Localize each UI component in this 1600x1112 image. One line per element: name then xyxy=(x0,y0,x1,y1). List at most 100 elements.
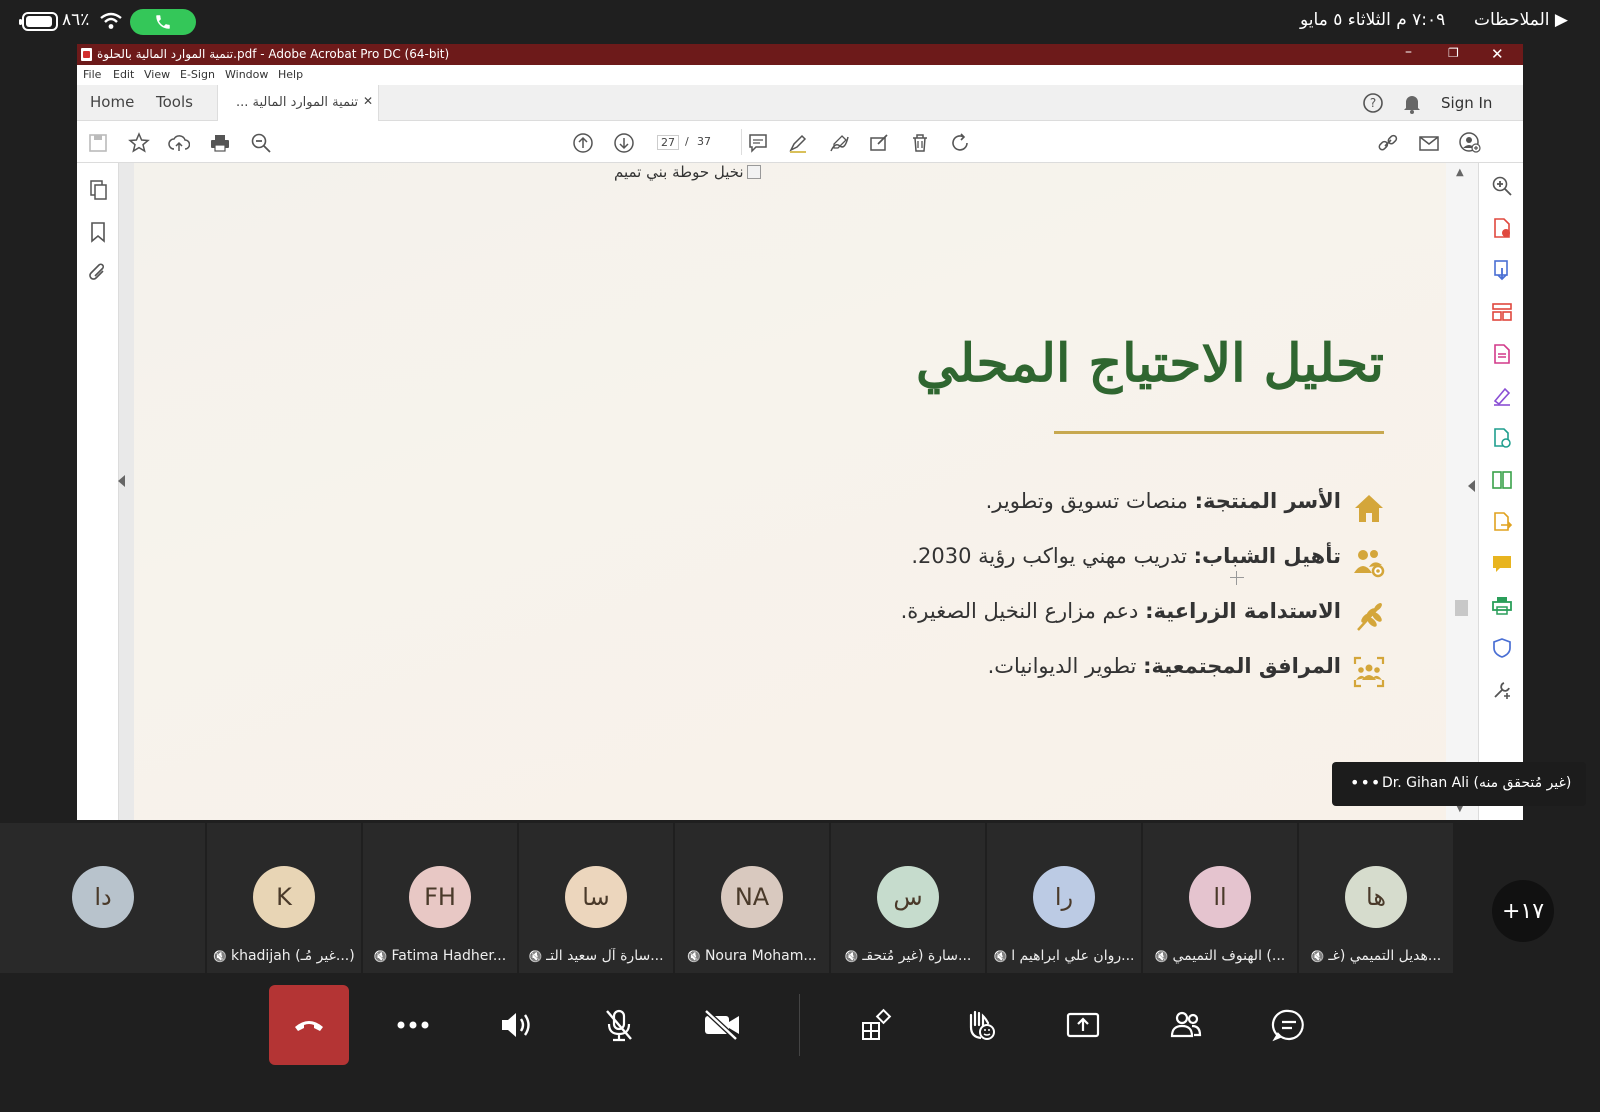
next-page-icon[interactable] xyxy=(613,132,635,154)
vertical-scrollbar[interactable]: ▲ ▼ xyxy=(1446,163,1478,820)
fill-sign-icon[interactable] xyxy=(1491,385,1513,407)
rotate-icon[interactable] xyxy=(949,132,971,154)
avatar: اا xyxy=(1189,866,1251,928)
bullet-text: دعم مزارع النخيل الصغيرة. xyxy=(900,599,1146,623)
menu-help[interactable]: Help xyxy=(278,68,303,81)
organize-pages-icon[interactable] xyxy=(1491,301,1513,323)
tab-tools[interactable]: Tools xyxy=(156,93,193,111)
restore-button[interactable]: ❐ xyxy=(1448,46,1459,60)
camera-button[interactable] xyxy=(682,985,762,1065)
avatar: K xyxy=(253,866,315,928)
left-nav-panel xyxy=(77,163,119,820)
export-pdf-icon[interactable] xyxy=(1491,259,1513,281)
participant-tile[interactable]: K 🔇 khadijah (غير مُـ...) xyxy=(207,823,361,973)
share-screen-icon xyxy=(1066,1012,1100,1038)
create-pdf-icon[interactable] xyxy=(1491,217,1513,239)
participant-tile[interactable]: NA 🔇 Noura Moham... xyxy=(675,823,829,973)
trash-icon[interactable] xyxy=(909,132,931,154)
tab-home[interactable]: Home xyxy=(90,93,134,111)
minimize-button[interactable]: – xyxy=(1405,44,1412,60)
tab-document[interactable]: تنمية الموارد المالية ... ✕ xyxy=(217,85,379,121)
highlight-pen-icon[interactable] xyxy=(787,132,809,154)
participant-tile[interactable]: اا 🔇 الهنوف التميمي (... xyxy=(1143,823,1297,973)
battery-icon xyxy=(19,12,58,31)
page-thumbnails-icon[interactable] xyxy=(87,179,109,201)
bullet-label: تأهيل الشباب: xyxy=(1193,544,1341,568)
share-screen-button[interactable] xyxy=(1043,985,1123,1065)
end-call-button[interactable] xyxy=(269,985,349,1065)
menu-window[interactable]: Window xyxy=(225,68,268,81)
more-tools-icon[interactable] xyxy=(1491,679,1513,701)
participants-button[interactable] xyxy=(1146,985,1226,1065)
print-production-icon[interactable] xyxy=(1491,595,1513,617)
zoom-out-icon[interactable] xyxy=(250,132,272,154)
right-tools-panel xyxy=(1478,163,1523,820)
scroll-thumb[interactable] xyxy=(1455,600,1468,616)
more-participants-badge[interactable]: +١٧ xyxy=(1492,880,1554,942)
call-controls-bar xyxy=(0,975,1600,1112)
broken-image-alt-text: نخيل حوطة بني تميم xyxy=(614,163,744,181)
participant-tile[interactable]: دا xyxy=(0,823,205,973)
menu-view[interactable]: View xyxy=(144,68,170,81)
combine-files-icon[interactable] xyxy=(1491,427,1513,449)
star-icon[interactable] xyxy=(128,132,150,154)
add-user-icon[interactable] xyxy=(1459,132,1481,154)
zoom-in-icon[interactable] xyxy=(1491,175,1513,197)
chat-button[interactable] xyxy=(1249,985,1329,1065)
participant-tile[interactable]: را 🔇 روان علي ابراهيم ا... xyxy=(987,823,1141,973)
edit-pdf-icon[interactable] xyxy=(1491,343,1513,365)
tab-document-label: تنمية الموارد المالية ... xyxy=(236,95,359,110)
bullet-agri-sustainability: الاستدامة الزراعية: دعم مزارع النخيل الص… xyxy=(901,599,1341,623)
bell-icon[interactable] xyxy=(1402,92,1422,114)
compare-files-icon[interactable] xyxy=(1491,469,1513,491)
print-icon[interactable] xyxy=(209,132,231,154)
close-window-button[interactable]: ✕ xyxy=(1491,45,1504,63)
active-call-pill[interactable] xyxy=(130,9,196,35)
expand-right-panel-icon[interactable] xyxy=(1468,480,1475,492)
participant-name-label: هديل التميمي (غـ... xyxy=(1328,948,1442,964)
save-icon[interactable] xyxy=(87,132,109,154)
apps-button[interactable] xyxy=(837,985,917,1065)
send-for-review-icon[interactable] xyxy=(1491,511,1513,533)
raise-hand-button[interactable] xyxy=(940,985,1020,1065)
page-number-input[interactable]: 27 xyxy=(657,135,679,150)
collapse-left-panel-icon[interactable] xyxy=(118,475,125,487)
comment-icon[interactable] xyxy=(747,132,769,154)
participant-tile[interactable]: ها 🔇 هديل التميمي (غـ... xyxy=(1299,823,1453,973)
comment-tool-icon[interactable] xyxy=(1491,553,1513,575)
sign-in-link[interactable]: Sign In xyxy=(1441,94,1492,112)
participant-tile[interactable]: FH 🔇 Fatima Hadher... xyxy=(363,823,517,973)
speaker-button[interactable] xyxy=(476,985,556,1065)
prev-page-icon[interactable] xyxy=(572,132,594,154)
draw-icon[interactable] xyxy=(828,132,850,154)
menu-edit[interactable]: Edit xyxy=(113,68,134,81)
email-icon[interactable] xyxy=(1418,132,1440,154)
participant-name: 🔇 روان علي ابراهيم ا... xyxy=(987,948,1141,964)
pdf-page: نخيل حوطة بني تميم تحليل الاحتياج المحلي… xyxy=(134,163,1446,820)
page-total: 37 xyxy=(697,135,711,148)
menu-bar: File Edit View E-Sign Window Help xyxy=(77,65,1523,85)
menu-esign[interactable]: E-Sign xyxy=(180,68,215,81)
presenter-more-icon[interactable]: ••• xyxy=(1350,773,1381,792)
microphone-button[interactable] xyxy=(579,985,659,1065)
more-options-button[interactable] xyxy=(373,985,453,1065)
bookmark-icon[interactable] xyxy=(87,221,109,243)
participant-tile[interactable]: سا 🔇 سارة آل سعيد التـ... xyxy=(519,823,673,973)
participant-name: 🔇 سارة (غير مُتحقـ... xyxy=(831,948,985,964)
close-tab-icon[interactable]: ✕ xyxy=(363,94,373,108)
back-to-notes[interactable]: ▶ الملاحظات xyxy=(1474,10,1568,30)
help-icon[interactable]: ? xyxy=(1362,92,1384,114)
stamp-edit-icon[interactable] xyxy=(868,132,890,154)
share-link-icon[interactable] xyxy=(1377,132,1399,154)
broken-image-placeholder: نخيل حوطة بني تميم xyxy=(614,163,761,181)
participant-name: 🔇 Noura Moham... xyxy=(675,948,829,964)
upload-cloud-icon[interactable] xyxy=(168,132,190,154)
menu-file[interactable]: File xyxy=(83,68,101,81)
attachment-icon[interactable] xyxy=(87,262,109,284)
bullet-community-facilities: المرافق المجتمعية: تطوير الديوانيات. xyxy=(988,654,1341,678)
scroll-up-icon[interactable]: ▲ xyxy=(1456,167,1464,178)
protect-shield-icon[interactable] xyxy=(1491,637,1513,659)
participant-tile[interactable]: س 🔇 سارة (غير مُتحقـ... xyxy=(831,823,985,973)
participant-name-label: Noura Moham... xyxy=(704,948,817,964)
bullet-text: منصات تسويق وتطوير. xyxy=(985,489,1195,513)
